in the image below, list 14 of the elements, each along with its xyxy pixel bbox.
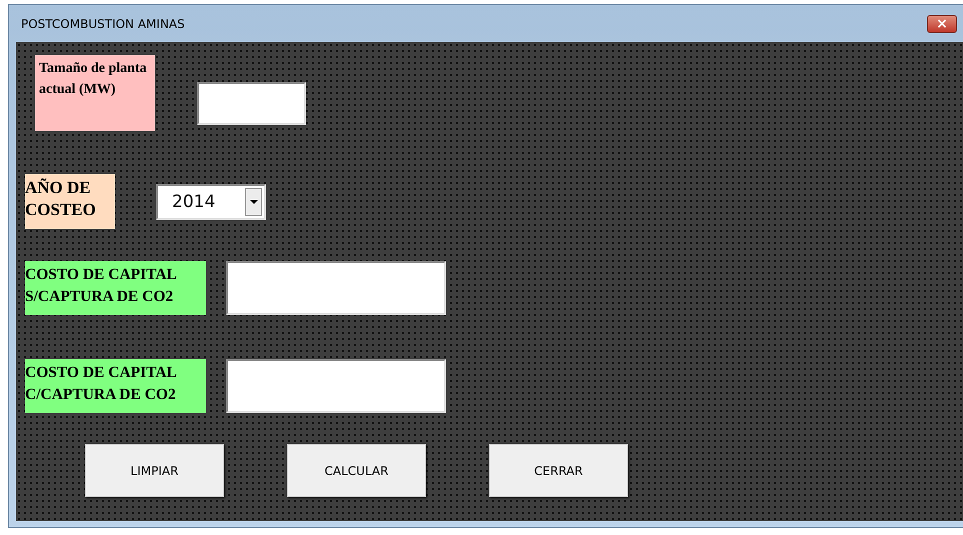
field-label: AÑO DE COSTEO: [25, 174, 115, 229]
field-label: COSTO DE CAPITAL S/CAPTURA DE CO2: [25, 261, 206, 315]
field-label: COSTO DE CAPITAL C/CAPTURA DE CO2: [25, 359, 206, 413]
window-title: POSTCOMBUSTION AMINAS: [21, 16, 185, 30]
input-field[interactable]: [226, 261, 446, 315]
dropdown-arrow-icon: [250, 200, 258, 204]
action-button[interactable]: LIMPIAR: [85, 444, 224, 497]
close-button[interactable]: ×: [927, 14, 957, 32]
action-button[interactable]: CALCULAR: [287, 444, 426, 497]
input-field[interactable]: [197, 82, 306, 125]
year-dropdown[interactable]: 2014: [156, 184, 266, 220]
input-field[interactable]: [226, 359, 446, 413]
field-label: Tamaño de planta actual (MW): [35, 55, 155, 131]
action-button[interactable]: CERRAR: [489, 444, 628, 497]
